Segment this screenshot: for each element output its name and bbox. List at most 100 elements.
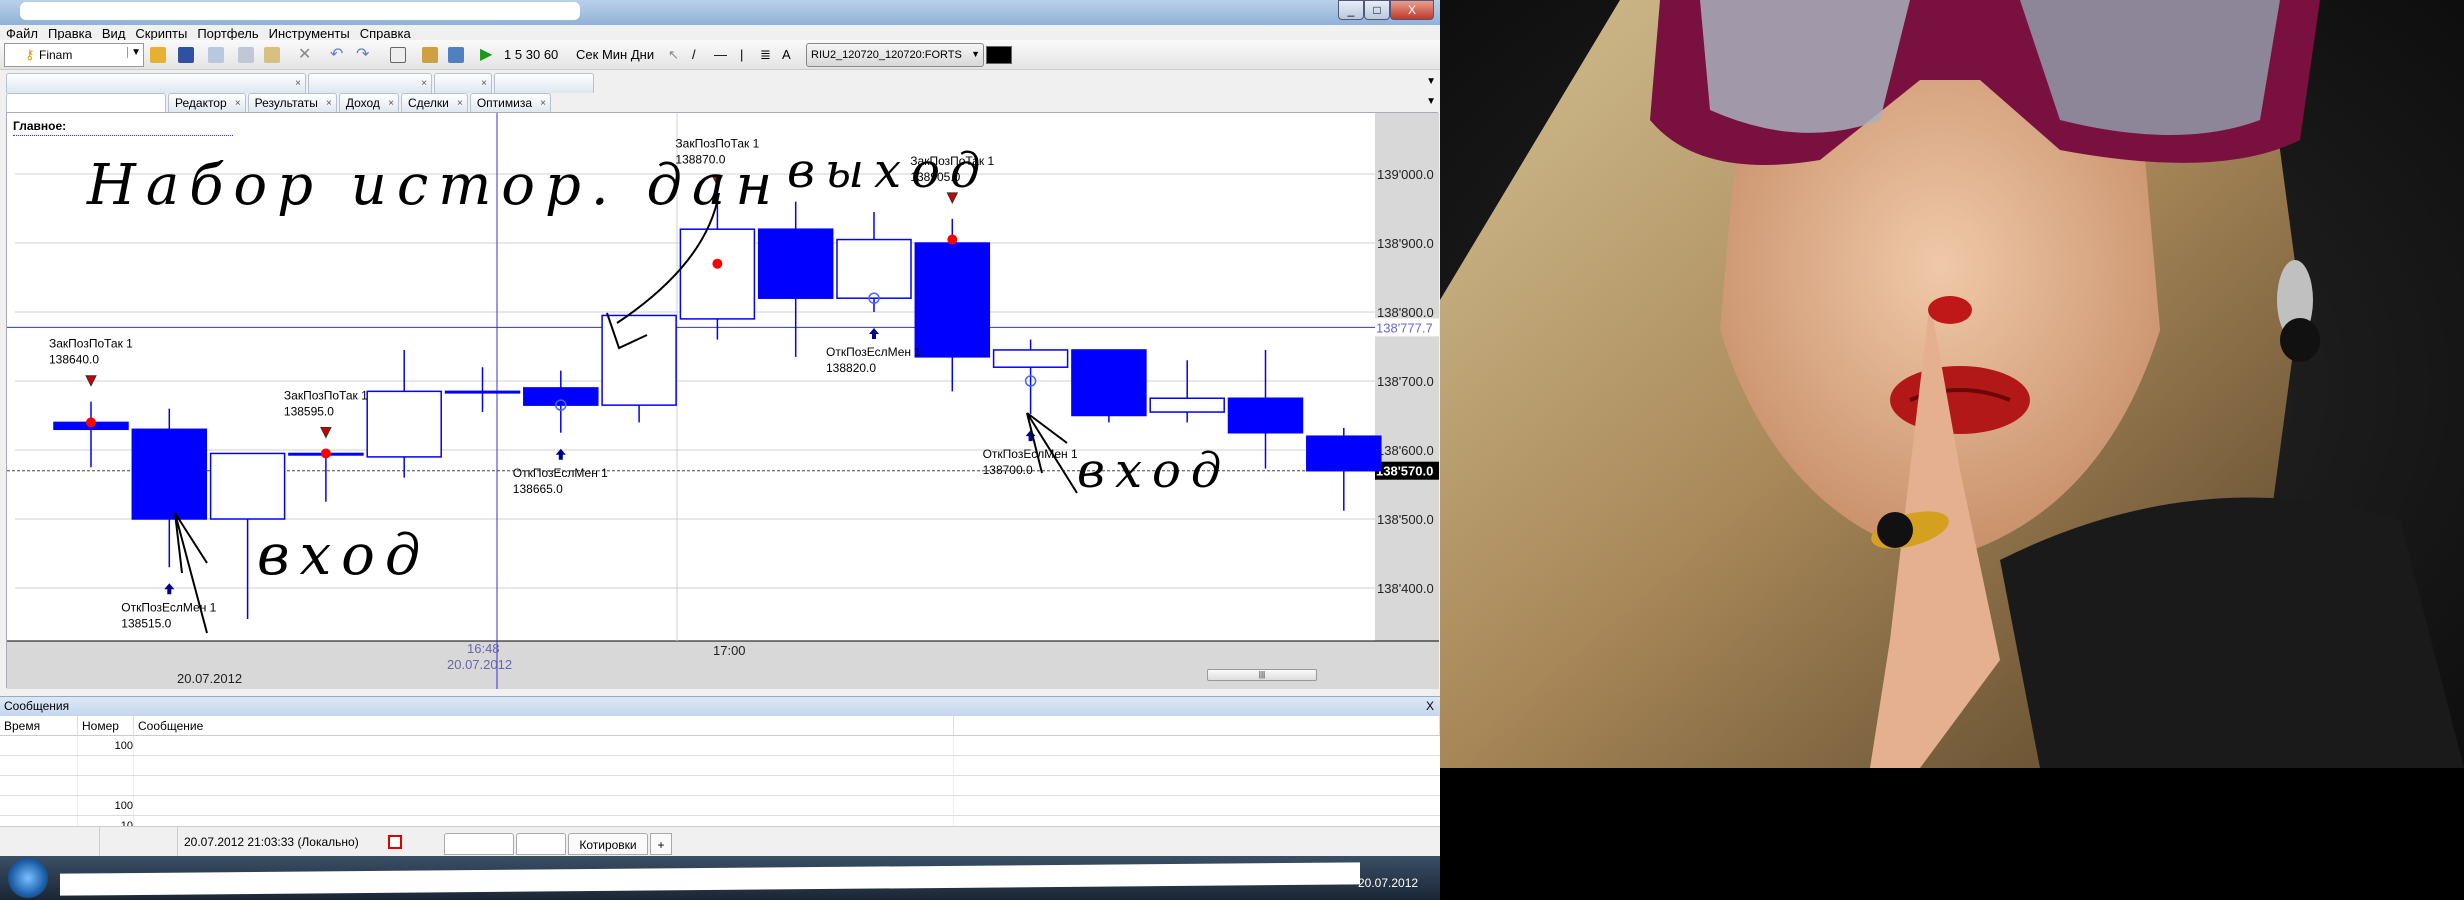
bearish-candle	[523, 387, 599, 406]
tab-quotes[interactable]: Котировки	[568, 833, 648, 855]
document-icon[interactable]	[390, 47, 406, 63]
message-row[interactable]	[0, 756, 1440, 776]
line-tool-icon[interactable]: /	[692, 46, 696, 64]
minimize-button[interactable]: _	[1338, 0, 1364, 20]
period-buttons: 1 5 30 60	[504, 46, 558, 64]
pointer-icon[interactable]: ↖	[668, 46, 679, 64]
unit-days[interactable]: Дни	[631, 47, 654, 62]
handwritten-arrow	[174, 512, 208, 634]
message-row[interactable]	[0, 776, 1440, 796]
maximize-button[interactable]: □	[1364, 0, 1390, 20]
price-chart[interactable]: 139'000.0 138'900.0 138'800.0 138'700.0 138'…	[6, 112, 1439, 689]
tabs-overflow-icon[interactable]: ▼	[1426, 96, 1436, 107]
bullish-candle	[366, 390, 442, 458]
trade-signal-entry: ОткПозЕслМен 1138515.0	[121, 583, 217, 630]
color-picker[interactable]	[986, 46, 1012, 64]
bearish-candle	[131, 428, 208, 520]
tab-document-3[interactable]: ×	[434, 73, 492, 93]
messages-panel: СообщенияX Время Номер Сообщение 1001001…	[0, 696, 1440, 836]
message-cell	[0, 756, 78, 775]
fib-icon[interactable]: ≣	[760, 46, 771, 64]
add-tab-button[interactable]: +	[650, 833, 672, 855]
period-1[interactable]: 1	[504, 47, 511, 62]
bearish-candle	[1071, 349, 1147, 417]
tab-chart[interactable]	[6, 93, 166, 113]
alert-icon[interactable]	[388, 835, 402, 849]
signal-price: 138700.0	[983, 463, 1033, 477]
message-row[interactable]: 100	[0, 736, 1440, 756]
message-cell	[134, 736, 954, 755]
unit-min[interactable]: Мин	[602, 47, 627, 62]
message-cell	[0, 736, 78, 755]
copy-icon[interactable]	[208, 47, 224, 63]
message-cell	[134, 776, 954, 795]
save-icon[interactable]	[178, 47, 194, 63]
network-icon[interactable]	[448, 47, 464, 63]
undo-icon[interactable]: ↶	[330, 46, 343, 64]
broker-select[interactable]: ⚷ Finam ▼	[4, 43, 144, 67]
tab-income[interactable]: Доход ×	[338, 93, 399, 113]
start-button[interactable]	[8, 858, 48, 898]
horizontal-line-icon[interactable]: —	[714, 46, 727, 64]
broker-value: Finam	[39, 48, 73, 62]
message-row[interactable]: 100	[0, 796, 1440, 816]
column-number[interactable]: Номер	[78, 716, 134, 735]
close-button[interactable]: X	[1390, 0, 1434, 20]
tab-optimization[interactable]: Оптимиза ×	[469, 93, 552, 113]
signal-name: ОткПозЕслМен 1	[826, 345, 921, 359]
signal-price: 138870.0	[675, 153, 725, 167]
exit-arrow-icon	[320, 426, 332, 439]
tab-document-1[interactable]: ×	[6, 73, 306, 93]
bearish-candle	[1227, 397, 1304, 434]
price-tick-label: 138'800.0	[1377, 305, 1434, 320]
signal-price: 138595.0	[284, 404, 334, 418]
bottom-tab-1[interactable]	[444, 833, 514, 855]
tabs-overflow-icon[interactable]: ▼	[1426, 76, 1436, 87]
toolbar: ⚷ Finam ▼ ✕ ↶ ↷ ▶ 1 5 30 60 Сек Мин Дни …	[0, 40, 1440, 70]
column-message[interactable]: Сообщение	[134, 716, 954, 735]
open-folder-icon[interactable]	[150, 47, 166, 63]
unit-sec[interactable]: Сек	[576, 47, 598, 62]
text-tool-icon[interactable]: A	[782, 46, 791, 64]
column-time[interactable]: Время	[0, 716, 78, 735]
tab-deals[interactable]: Сделки ×	[400, 93, 468, 113]
bottom-tab-2[interactable]	[516, 833, 566, 855]
vertical-line-icon[interactable]: |	[740, 46, 743, 64]
clock-date[interactable]: 20.07.2012	[1358, 876, 1418, 890]
paste-icon[interactable]	[264, 47, 280, 63]
bullish-candle	[1149, 397, 1225, 413]
tab-document-4[interactable]	[494, 73, 594, 93]
document-tabs: × × ×	[6, 73, 594, 93]
signal-name: ЗакПозПоТак 1	[675, 137, 759, 151]
redo-icon[interactable]: ↷	[356, 46, 369, 64]
run-icon[interactable]: ▶	[480, 46, 492, 64]
candlestick-chart[interactable]: 139'000.0 138'900.0 138'800.0 138'700.0 138'…	[7, 113, 1439, 689]
tab-results[interactable]: Результаты ×	[247, 93, 337, 113]
signal-price: 138665.0	[513, 482, 563, 496]
period-30[interactable]: 30	[526, 47, 540, 62]
status-cell-2	[100, 827, 178, 857]
time-label: 17:00	[713, 643, 746, 658]
price-tick-label: 138'900.0	[1377, 236, 1434, 251]
horizontal-scrollbar-thumb[interactable]: |||	[1207, 669, 1317, 681]
signal-name: ЗакПозПоТак 1	[910, 154, 994, 168]
status-cell-1	[0, 827, 100, 857]
bearish-candle	[914, 242, 991, 358]
chart-icon[interactable]	[422, 47, 438, 63]
instrument-select[interactable]: RIU2_120720_120720:FORTS ▼	[806, 43, 984, 67]
messages-header: Сообщения X	[0, 697, 1440, 716]
tab-editor[interactable]: Редактор ×	[168, 93, 246, 113]
tab-document-2[interactable]: ×	[308, 73, 432, 93]
pane-title: Главное:	[13, 119, 67, 133]
price-tick-label: 138'400.0	[1377, 581, 1434, 596]
time-label: 16:48	[467, 641, 500, 656]
delete-icon[interactable]: ✕	[298, 46, 311, 64]
cut-icon[interactable]	[238, 47, 254, 63]
exit-arrow-icon	[946, 192, 959, 204]
close-icon[interactable]: X	[1426, 697, 1434, 716]
period-60[interactable]: 60	[544, 47, 558, 62]
signal-price: 138640.0	[49, 353, 99, 367]
period-5[interactable]: 5	[515, 47, 522, 62]
signal-price: 138905.0	[910, 170, 960, 184]
signal-price: 138515.0	[121, 616, 171, 630]
